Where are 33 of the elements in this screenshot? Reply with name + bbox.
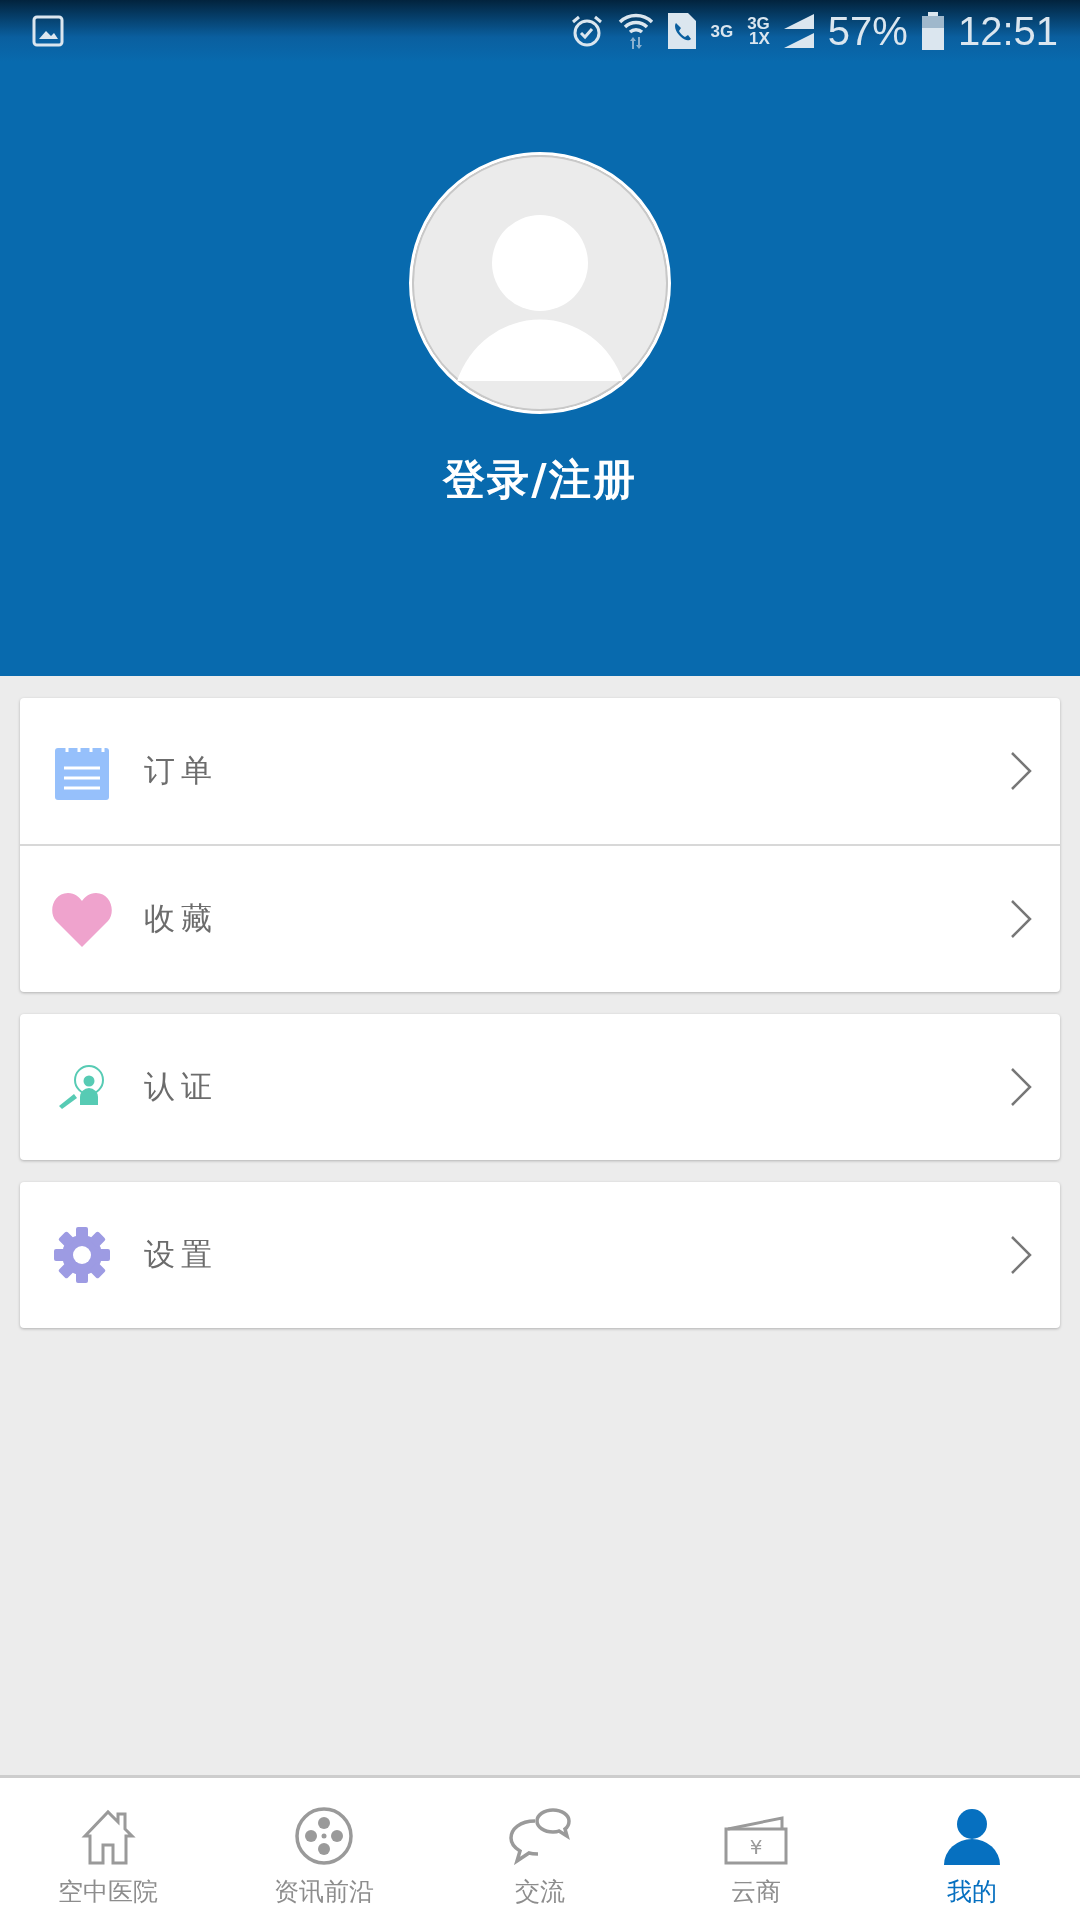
- login-register-button[interactable]: 登录/注册: [435, 448, 645, 512]
- alarm-clock-icon: [570, 14, 605, 48]
- battery-percentage: 57%: [827, 8, 908, 54]
- menu-item[interactable]: 订单: [20, 698, 1060, 844]
- yuan-sign: ¥: [749, 1835, 763, 1859]
- nav-tab[interactable]: 空中医院: [0, 1778, 216, 1920]
- person-icon: [943, 1807, 1001, 1865]
- chevron-icon: [1010, 751, 1032, 791]
- chevron-icon: [1010, 1235, 1032, 1275]
- chevron-icon: [1010, 899, 1032, 939]
- phone-card-icon: [668, 13, 697, 49]
- nav-tab[interactable]: 资讯前沿: [216, 1778, 432, 1920]
- house-icon: [79, 1807, 137, 1865]
- chevron-icon: [1010, 1067, 1032, 1107]
- speech-bubbles-icon: [509, 1807, 571, 1865]
- menu-item[interactable]: 设置: [20, 1182, 1060, 1328]
- network-type-label: 3G: [710, 23, 734, 39]
- wifi-icon: [618, 12, 655, 50]
- menu-item[interactable]: 认证: [20, 1014, 1060, 1160]
- nav-tab[interactable]: ¥ 云商: [648, 1778, 864, 1920]
- network-type-label: 3G: [747, 16, 770, 31]
- signal-icon: [783, 12, 814, 50]
- gallery-icon: [32, 15, 64, 47]
- nav-tab[interactable]: 我的: [864, 1778, 1080, 1920]
- person-magnifier-icon: [58, 1065, 106, 1109]
- heart-icon: [51, 891, 113, 947]
- clock-time: 12:51: [957, 8, 1058, 54]
- network-type-label: 1X: [749, 31, 770, 46]
- nav-tab[interactable]: 交流: [432, 1778, 648, 1920]
- film-reel-icon: [295, 1807, 353, 1865]
- gear-icon: [54, 1227, 110, 1283]
- battery-icon: [921, 12, 944, 50]
- menu-item[interactable]: 收藏: [20, 844, 1060, 992]
